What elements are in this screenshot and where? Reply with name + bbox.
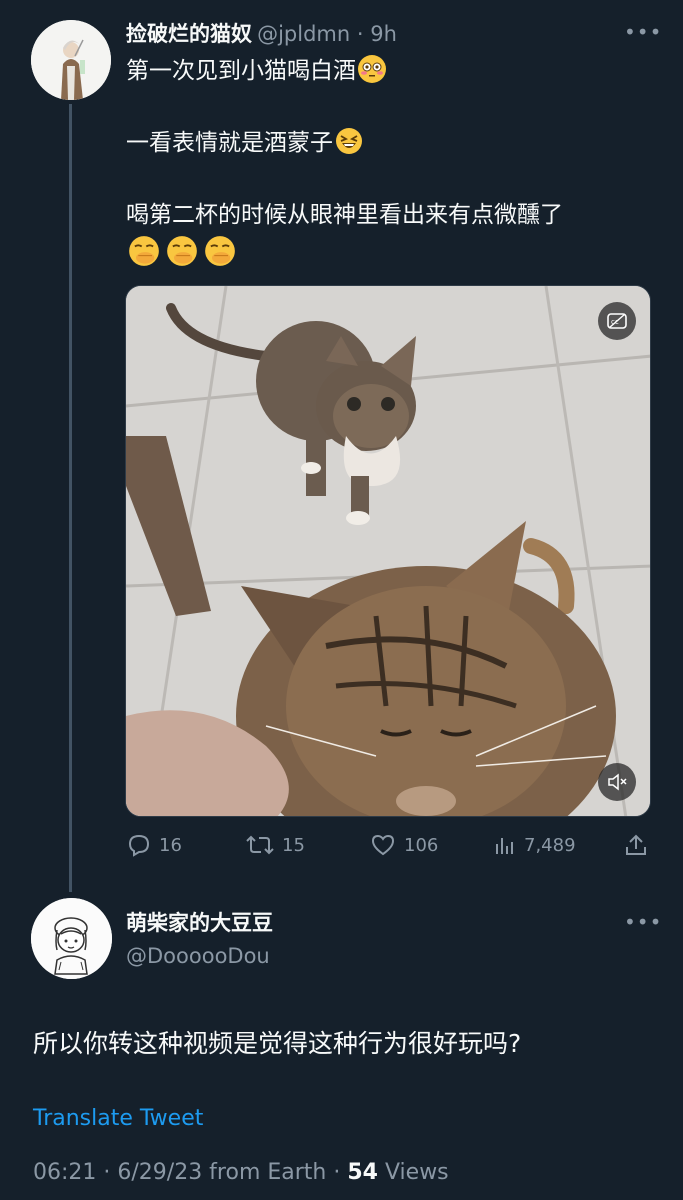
heart-icon — [371, 834, 395, 856]
separator-dot: · — [350, 22, 371, 46]
views-chart-icon — [496, 838, 513, 854]
tweet-time[interactable]: 9h — [370, 22, 397, 46]
closed-captions-icon[interactable]: cc — [598, 302, 636, 340]
avatar[interactable] — [31, 20, 111, 100]
thread-line — [69, 104, 72, 892]
emoji-row — [126, 235, 656, 273]
translate-tweet-link[interactable]: Translate Tweet — [33, 1106, 203, 1131]
user-handle[interactable]: @DoooooDou — [126, 944, 270, 968]
views-button[interactable]: 7,489 — [494, 830, 576, 860]
tweet-video[interactable]: cc — [125, 285, 651, 817]
flushed-face-icon — [358, 55, 386, 83]
tweet-text: 所以你转这种视频是觉得这种行为很好玩吗? — [33, 1029, 522, 1058]
more-options-icon[interactable]: ••• — [624, 20, 662, 44]
tweet-line-2: 一看表情就是酒蒙子 — [126, 125, 656, 161]
views-count: 7,489 — [524, 834, 576, 856]
tweet-header: 捡破烂的猫奴 @jpldmn · 9h — [126, 18, 397, 48]
like-button[interactable]: 106 — [370, 830, 438, 860]
tweet-line-1: 第一次见到小猫喝白酒 — [126, 53, 656, 89]
muted-speaker-icon[interactable] — [598, 763, 636, 801]
retweet-button[interactable]: 15 — [246, 830, 305, 860]
tweet-line-1-text: 第一次见到小猫喝白酒 — [126, 58, 356, 84]
reply-icon — [128, 834, 150, 857]
face-with-hand-over-mouth-icon — [166, 235, 198, 267]
avatar[interactable] — [31, 898, 112, 979]
avatar-figure-icon — [31, 20, 111, 100]
face-with-hand-over-mouth-icon — [204, 235, 236, 267]
share-button[interactable] — [624, 830, 656, 860]
views-label: Views — [377, 1160, 449, 1185]
display-name[interactable]: 萌柴家的大豆豆 — [126, 907, 273, 937]
share-icon — [626, 834, 646, 855]
tweet-metadata: 06:21 · 6/29/23 from Earth · 54 Views — [33, 1160, 449, 1185]
reply-button[interactable]: 16 — [127, 830, 182, 860]
tweet-line-3: 喝第二杯的时候从眼神里看出来有点微醺了 — [126, 202, 563, 228]
reply-count: 16 — [159, 834, 182, 856]
tweet-text: 第一次见到小猫喝白酒 一看表情就是酒蒙子 喝第二杯的时候从眼神里看出来有点微醺了 — [126, 53, 656, 273]
retweet-count: 15 — [282, 834, 305, 856]
retweet-icon — [246, 835, 274, 855]
display-name[interactable]: 捡破烂的猫奴 — [126, 22, 252, 46]
view-count: 54 — [347, 1160, 378, 1185]
grinning-squinting-face-icon — [335, 127, 363, 155]
like-count: 106 — [404, 834, 439, 856]
avatar-cartoon-girl-icon — [31, 898, 112, 979]
face-with-hand-over-mouth-icon — [128, 235, 160, 267]
video-frame-cats — [126, 286, 650, 816]
timestamp[interactable]: 06:21 · 6/29/23 from Earth · — [33, 1160, 347, 1185]
user-handle[interactable]: @jpldmn — [257, 22, 350, 46]
more-options-icon[interactable]: ••• — [624, 910, 662, 934]
tweet-line-2-text: 一看表情就是酒蒙子 — [126, 130, 333, 156]
